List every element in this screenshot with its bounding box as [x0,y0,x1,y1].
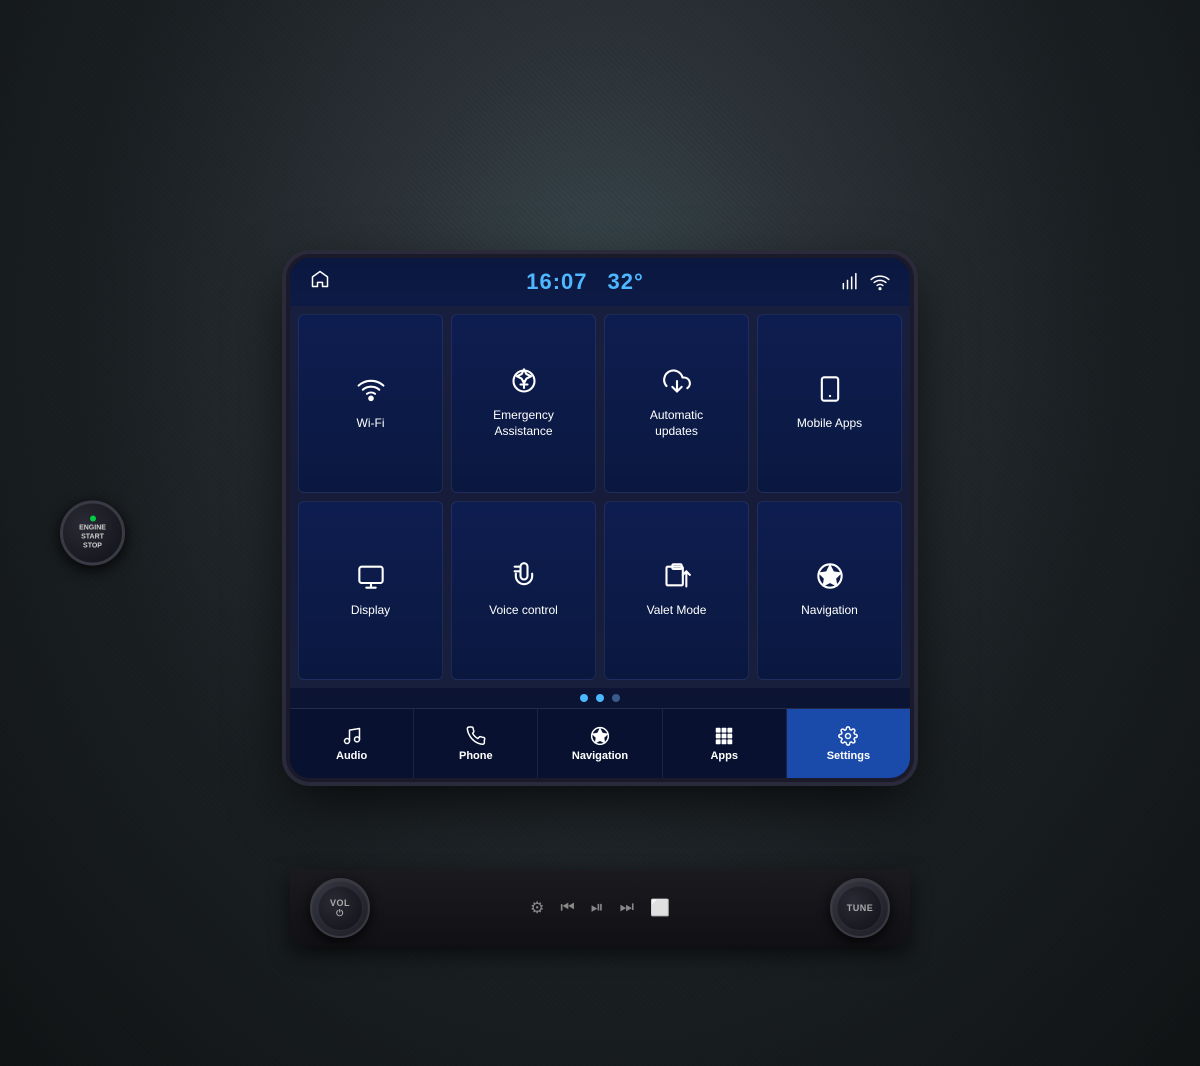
screen-toggle-button[interactable]: ⬜ [650,898,670,918]
navigation-nav-item[interactable]: Navigation [538,709,662,778]
header-clock-temp: 16:07 32° [526,269,644,295]
voice-control-button[interactable]: Voice control [451,501,596,680]
wifi-label: Wi-Fi [357,416,385,432]
wifi-icon [357,375,385,408]
audio-nav-item[interactable]: Audio [290,709,414,778]
emergency-label: EmergencyAssistance [493,408,554,439]
screen-header: 16:07 32° [290,258,910,306]
wifi-header-icon [870,272,890,292]
settings-nav-label: Settings [827,750,870,762]
page-dot-2[interactable] [596,694,604,702]
valet-icon [663,562,691,595]
tune-knob[interactable]: TUNE [830,878,890,938]
vol-label: VOL⏻ [330,898,350,919]
signal-icon [840,272,860,292]
navigation-nav-icon [590,726,610,746]
voice-label: Voice control [489,603,558,619]
engine-status-indicator [90,515,96,521]
header-status-icons [840,272,890,292]
audio-icon [342,726,362,746]
temperature-display: 32° [608,269,644,295]
phone-nav-label: Phone [459,750,493,762]
phone-icon [466,726,486,746]
settings-nav-item[interactable]: Settings [787,709,910,778]
wifi-button[interactable]: Wi-Fi [298,314,443,493]
navigation-grid-label: Navigation [801,603,858,619]
media-controls: ⚙ ⏮ ⏯ ⏭ ⬜ [530,898,670,918]
mobile-apps-button[interactable]: Mobile Apps [757,314,902,493]
clock-display: 16:07 [526,269,587,295]
home-icon[interactable] [310,269,330,295]
display-icon [357,562,385,595]
apps-icon [714,726,734,746]
valet-label: Valet Mode [647,603,707,619]
next-button[interactable]: ⏭ [620,899,634,917]
page-dot-1[interactable] [580,694,588,702]
valet-mode-button[interactable]: Valet Mode [604,501,749,680]
automatic-updates-button[interactable]: Automaticupdates [604,314,749,493]
screen-display: 16:07 32° [290,258,910,778]
controls-strip: VOL⏻ ⚙ ⏮ ⏯ ⏭ ⬜ TUNE [290,870,910,946]
infotainment-screen: 16:07 32° [290,258,910,778]
updates-label: Automaticupdates [650,408,703,439]
navigation-grid-button[interactable]: Navigation [757,501,902,680]
settings-icon [838,726,858,746]
display-label: Display [351,603,390,619]
mobile-apps-icon [816,375,844,408]
play-pause-button[interactable]: ⏯ [591,899,604,917]
vol-knob-inner: VOL⏻ [318,886,363,931]
emergency-icon [510,367,538,400]
navigation-nav-label: Navigation [572,750,628,762]
vol-knob[interactable]: VOL⏻ [310,878,370,938]
page-dot-3[interactable] [612,694,620,702]
tune-label: TUNE [847,903,874,913]
apps-nav-label: Apps [710,750,738,762]
voice-icon [510,562,538,595]
prev-button[interactable]: ⏮ [560,899,574,917]
engine-start-stop-button[interactable]: ENGINESTARTSTOP [60,501,125,566]
apps-nav-item[interactable]: Apps [663,709,787,778]
settings-grid: Wi-Fi EmergencyAssistance [290,306,910,688]
physical-controls: VOL⏻ ⚙ ⏮ ⏯ ⏭ ⬜ TUNE [290,870,910,946]
page-indicator [290,688,910,708]
tune-knob-inner: TUNE [837,886,882,931]
audio-nav-label: Audio [336,750,367,762]
mobile-apps-label: Mobile Apps [797,416,862,432]
phone-nav-item[interactable]: Phone [414,709,538,778]
emergency-assistance-button[interactable]: EmergencyAssistance [451,314,596,493]
bottom-navigation: Audio Phone Navigation [290,708,910,778]
updates-icon [663,367,691,400]
engine-label: ENGINESTARTSTOP [79,523,106,550]
display-button[interactable]: Display [298,501,443,680]
navigation-icon [816,562,844,595]
eq-button[interactable]: ⚙ [530,898,544,918]
